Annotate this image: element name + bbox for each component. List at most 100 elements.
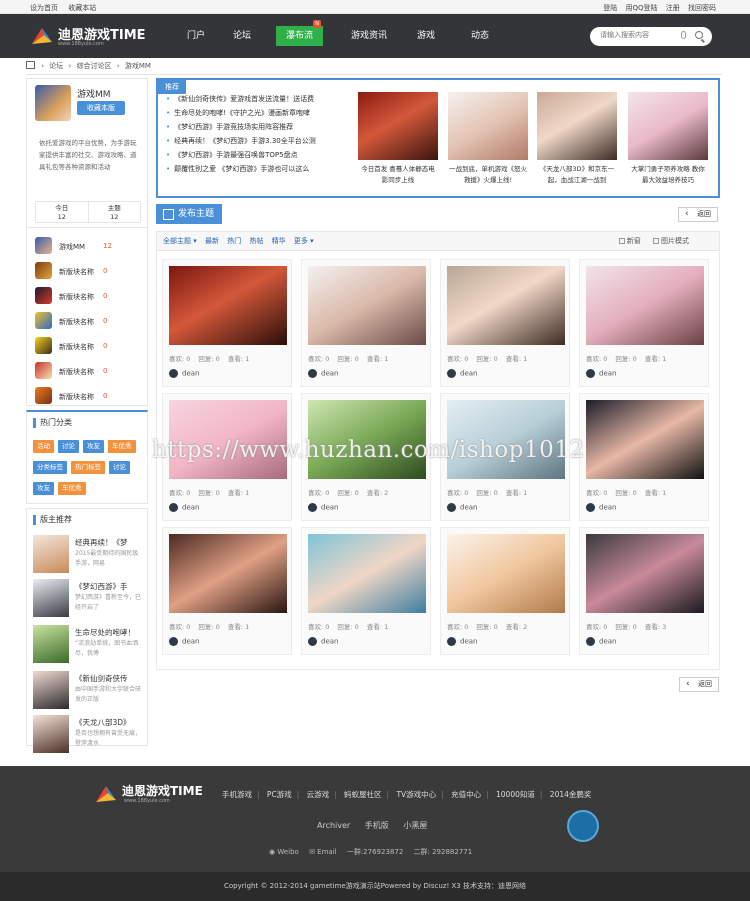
board-item[interactable]: 新版块名称 0 bbox=[27, 359, 147, 384]
board-item[interactable]: 新版块名称 0 bbox=[27, 259, 147, 284]
blackroom-link[interactable]: 小黑屋 bbox=[403, 821, 427, 830]
thread-image[interactable] bbox=[586, 266, 704, 345]
board-item[interactable]: 新版块名称 0 bbox=[27, 284, 147, 309]
site-logo[interactable]: 迪恩游戏TIME www.188yule.com bbox=[30, 24, 150, 50]
thread-card[interactable]: 喜欢: 0 回复: 0 查看: 3 dean bbox=[579, 527, 709, 655]
search-icon[interactable] bbox=[695, 31, 703, 39]
thread-image[interactable] bbox=[586, 400, 704, 479]
featured-link[interactable]: 《新仙剑奇侠传》爱游戏首发送流量！送话费 bbox=[166, 92, 346, 106]
board-item[interactable]: 游戏MM 12 bbox=[27, 234, 147, 259]
qq-login-link[interactable]: 用QQ登陆 bbox=[626, 4, 658, 12]
recommend-item[interactable]: 《天龙八部3D》 是否也想拥有曾受无痕，登萍渡水 bbox=[33, 715, 143, 757]
footer-link[interactable]: 云游戏 bbox=[307, 790, 330, 799]
breadcrumb-category[interactable]: 综合讨论区 bbox=[77, 62, 112, 70]
archiver-link[interactable]: Archiver bbox=[317, 821, 350, 830]
thread-author[interactable]: dean bbox=[586, 369, 616, 378]
thread-card[interactable]: 喜欢: 0 回复: 0 查看: 1 dean bbox=[162, 259, 292, 387]
filter-latest[interactable]: 最新 bbox=[205, 237, 219, 245]
favorite-board-button[interactable]: 收藏本版 bbox=[77, 101, 125, 115]
breadcrumb-board[interactable]: 游戏MM bbox=[125, 62, 151, 70]
tag[interactable]: 车优秀 bbox=[108, 440, 136, 453]
recommend-item[interactable]: 经典再续！《梦 2015最受期待的国民级手游，网易 bbox=[33, 535, 143, 577]
new-window-toggle[interactable]: 新窗 bbox=[618, 237, 641, 245]
board-item[interactable]: 新版块名称 0 bbox=[27, 309, 147, 334]
filter-hot[interactable]: 热门 bbox=[227, 237, 241, 245]
forgot-password-link[interactable]: 找回密码 bbox=[688, 4, 716, 12]
thread-card[interactable]: 喜欢: 0 回复: 0 查看: 1 dean bbox=[162, 527, 292, 655]
recommend-item[interactable]: 《新仙剑奇侠传 由中国手游和大宇联合研发的正版 bbox=[33, 671, 143, 713]
new-topic-button[interactable]: 发布主题 bbox=[156, 204, 222, 224]
thread-author[interactable]: dean bbox=[169, 637, 199, 646]
footer-link[interactable]: PC游戏 bbox=[267, 790, 292, 799]
nav-game-news[interactable]: 游戏资讯 bbox=[337, 14, 401, 58]
thread-author[interactable]: dean bbox=[447, 369, 477, 378]
thread-card[interactable]: 喜欢: 0 回复: 0 查看: 1 dean bbox=[440, 259, 570, 387]
recommend-item[interactable]: 生命尽处的咆哮！ “流浪劫单挑，图书血洒尽，我傅 bbox=[33, 625, 143, 667]
thread-card[interactable]: 喜欢: 0 回复: 0 查看: 2 dean bbox=[440, 527, 570, 655]
home-icon[interactable] bbox=[26, 61, 35, 69]
thread-image[interactable] bbox=[586, 534, 704, 613]
bookmark-link[interactable]: 收藏本站 bbox=[68, 4, 96, 12]
featured-shot[interactable]: 一战到底，单机游戏《怒火救援》火爆上线! bbox=[448, 92, 528, 186]
thread-image[interactable] bbox=[447, 266, 565, 345]
thread-image[interactable] bbox=[447, 534, 565, 613]
thread-author[interactable]: dean bbox=[586, 503, 616, 512]
picture-mode-toggle[interactable]: 图片模式 bbox=[653, 237, 689, 245]
tag[interactable]: 讨论 bbox=[109, 461, 130, 474]
breadcrumb-forum[interactable]: 论坛 bbox=[49, 62, 63, 70]
tag[interactable]: 热门标签 bbox=[71, 461, 105, 474]
featured-shot[interactable]: 《天龙八部3D》和京东一起，血战江湖一战到 bbox=[537, 92, 617, 186]
nav-forum[interactable]: 论坛 bbox=[222, 14, 262, 58]
tag[interactable]: 攻友 bbox=[83, 440, 104, 453]
back-button-bottom[interactable]: 返回 bbox=[679, 677, 719, 692]
tag[interactable]: 分类标签 bbox=[33, 461, 67, 474]
featured-shot[interactable]: 大掌门勇子项养攻略 教你最大效益培养技巧 bbox=[628, 92, 708, 186]
footer-link[interactable]: 10000知道 bbox=[496, 790, 535, 799]
login-link[interactable]: 登陆 bbox=[603, 4, 617, 12]
footer-link[interactable]: TV游戏中心 bbox=[396, 790, 436, 799]
search-input[interactable] bbox=[600, 31, 670, 39]
thread-author[interactable]: dean bbox=[169, 503, 199, 512]
thread-author[interactable]: dean bbox=[308, 637, 338, 646]
board-item[interactable]: 新版块名称 0 bbox=[27, 334, 147, 359]
thread-image[interactable] bbox=[308, 266, 426, 345]
nav-portal[interactable]: 门户 bbox=[170, 14, 222, 58]
thread-card[interactable]: 喜欢: 0 回复: 0 查看: 1 dean bbox=[579, 393, 709, 521]
thread-card[interactable]: 喜欢: 0 回复: 0 查看: 1 dean bbox=[579, 259, 709, 387]
weibo-link[interactable]: ◉ Weibo bbox=[269, 848, 299, 856]
thread-image[interactable] bbox=[169, 534, 287, 613]
tag[interactable]: 攻友 bbox=[33, 482, 54, 495]
nav-waterfall[interactable]: 瀑布流 N bbox=[276, 20, 324, 46]
thread-author[interactable]: dean bbox=[308, 503, 338, 512]
featured-link[interactable]: 《梦幻西游》手游竞技场实用阵容推荐 bbox=[166, 120, 346, 134]
featured-link[interactable]: 生命尽处的咆哮!《守护之光》漫画新章咆哮 bbox=[166, 106, 346, 120]
featured-link[interactable]: 颠覆性别之爱 《梦幻西游》手游也可以这么 bbox=[166, 162, 346, 176]
register-link[interactable]: 注册 bbox=[666, 4, 680, 12]
mobile-link[interactable]: 手机版 bbox=[365, 821, 389, 830]
filter-all[interactable]: 全部主题 ▾ bbox=[163, 237, 197, 245]
filter-digest[interactable]: 精华 bbox=[272, 237, 286, 245]
back-button[interactable]: 返回 bbox=[678, 207, 718, 222]
featured-shot[interactable]: 今日首发 喜蓦人体静态电影同步上线 bbox=[358, 92, 438, 186]
tag[interactable]: 车优秀 bbox=[58, 482, 86, 495]
footer-link[interactable]: 蚂蚁屋社区 bbox=[344, 790, 382, 799]
set-home-link[interactable]: 设为首页 bbox=[30, 4, 58, 12]
email-link[interactable]: ✉ Email bbox=[309, 848, 337, 856]
nav-games[interactable]: 游戏 bbox=[401, 14, 451, 58]
footer-link[interactable]: 充值中心 bbox=[451, 790, 481, 799]
thread-image[interactable] bbox=[169, 266, 287, 345]
thread-author[interactable]: dean bbox=[586, 637, 616, 646]
thread-author[interactable]: dean bbox=[447, 503, 477, 512]
footer-link[interactable]: 手机游戏 bbox=[222, 790, 252, 799]
thread-card[interactable]: 喜欢: 0 回复: 0 查看: 1 dean bbox=[301, 527, 431, 655]
featured-link[interactable]: 《梦幻西游》手游最强召唤兽TOP5盘点 bbox=[166, 148, 346, 162]
thread-author[interactable]: dean bbox=[169, 369, 199, 378]
filter-hot-posts[interactable]: 热帖 bbox=[249, 237, 263, 245]
footer-link[interactable]: 2014金鹏奖 bbox=[550, 790, 592, 799]
thread-card[interactable]: 喜欢: 0 回复: 0 查看: 1 dean bbox=[301, 259, 431, 387]
thread-author[interactable]: dean bbox=[447, 637, 477, 646]
thread-author[interactable]: dean bbox=[308, 369, 338, 378]
filter-more[interactable]: 更多 ▾ bbox=[294, 237, 314, 245]
nav-activity[interactable]: 动态 bbox=[451, 14, 509, 58]
tag[interactable]: 活动 bbox=[33, 440, 54, 453]
